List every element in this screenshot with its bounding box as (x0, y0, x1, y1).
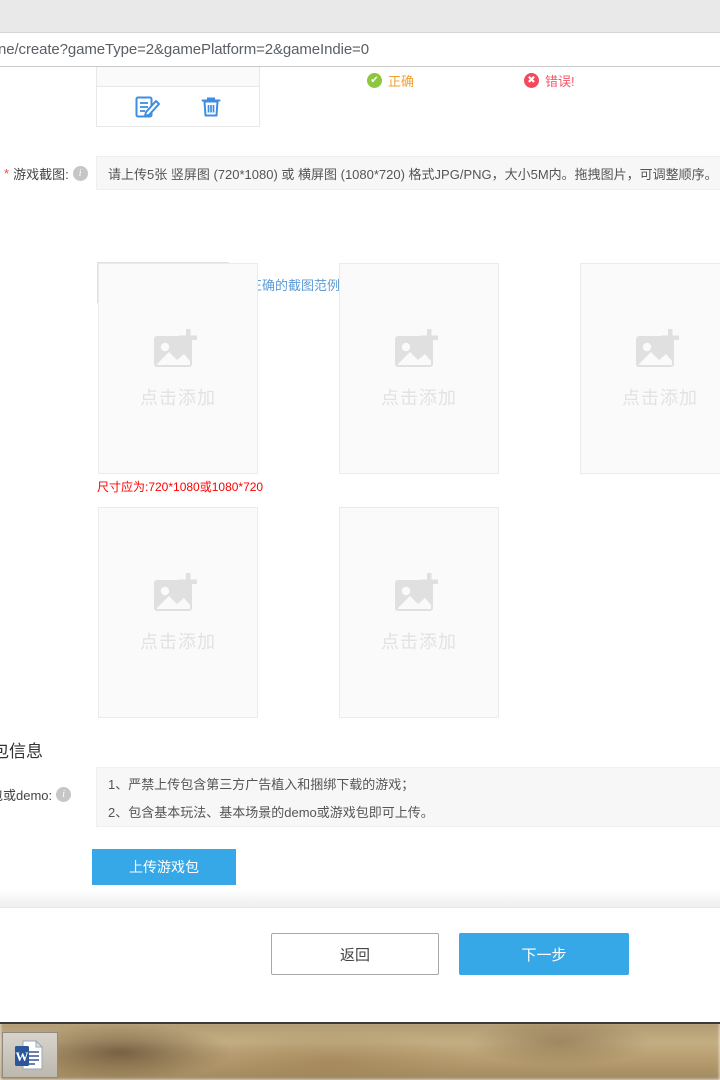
screenshot-upload-box-4[interactable]: 点击添加 (98, 507, 258, 718)
screenshot-box-label: 点击添加 (140, 628, 216, 654)
screenshot-upload-box-5[interactable]: 点击添加 (339, 507, 499, 718)
screenshot-label-text: 游戏截图: (13, 164, 69, 183)
screenshot-tip-text: 请上传5张 竖屏图 (720*1080) 或 横屏图 (1080*720) 格式… (108, 164, 718, 183)
screenshot-box-label: 点击添加 (140, 384, 216, 410)
browser-url-bar[interactable]: ne/create?gameType=2&gamePlatform=2&game… (0, 33, 720, 67)
browser-chrome-top-bar (0, 0, 720, 33)
package-tip-line-2: 2、包含基本玩法、基本场景的demo或游戏包即可上传。 (108, 802, 434, 821)
upload-game-package-button[interactable]: 上传游戏包 (92, 849, 236, 885)
next-step-button[interactable]: 下一步 (459, 933, 629, 975)
package-field-label: 包或demo: i (0, 785, 71, 804)
screenshot-field-label: * 游戏截图: i (4, 164, 88, 183)
back-button[interactable]: 返回 (271, 933, 439, 975)
screenshot-box-label: 点击添加 (381, 384, 457, 410)
taskbar-item-microsoft-word[interactable]: W (2, 1032, 58, 1078)
delete-icon[interactable] (200, 95, 222, 119)
screenshot-upload-box-3[interactable]: 点击添加 (580, 263, 720, 474)
required-asterisk: * (4, 166, 9, 181)
svg-text:W: W (16, 1049, 29, 1064)
package-tip-bar: 1、严禁上传包含第三方广告植入和捆绑下载的游戏； 2、包含基本玩法、基本场景的d… (96, 767, 720, 827)
screenshot-upload-box-2[interactable]: 点击添加 (339, 263, 499, 474)
package-section-heading: 包信息 (0, 737, 43, 762)
os-taskbar: W (0, 1022, 720, 1080)
taskbar-top-border (0, 1022, 720, 1024)
add-image-icon (634, 327, 686, 378)
add-image-icon (152, 571, 204, 622)
correct-screenshot-sample-link[interactable]: 正确的截图范例 (249, 275, 340, 294)
add-image-icon (393, 571, 445, 622)
status-error-label: 错误! (545, 71, 575, 90)
package-tip-line-1: 1、严禁上传包含第三方广告植入和捆绑下载的游戏； (108, 774, 414, 793)
status-correct-label: 正确 (388, 71, 414, 90)
info-icon[interactable]: i (73, 166, 88, 181)
check-circle-icon: ✔ (367, 73, 382, 88)
add-image-icon (393, 327, 445, 378)
add-image-icon (152, 327, 204, 378)
info-icon[interactable]: i (56, 787, 71, 802)
edit-icon[interactable] (135, 95, 161, 119)
status-badge-error: ✖ 错误! (524, 71, 575, 90)
screenshot-tip-bar: 请上传5张 竖屏图 (720*1080) 或 横屏图 (1080*720) 格式… (96, 156, 720, 190)
taskbar-wallpaper-background (0, 1022, 720, 1080)
screenshot-size-error-message: 尺寸应为:720*1080或1080*720 (97, 478, 263, 495)
page-content: ✔ 正确 ✖ 错误! * 游戏截图: i 请上传5张 竖屏图 (720*1080… (0, 67, 720, 1022)
url-text: ne/create?gameType=2&gamePlatform=2&game… (0, 41, 369, 58)
screenshot-upload-box-1[interactable]: 点击添加 (98, 263, 258, 474)
word-icon: W (13, 1038, 47, 1072)
status-badges-row: ✔ 正确 ✖ 错误! (0, 71, 720, 95)
status-badge-correct: ✔ 正确 (367, 71, 414, 90)
screenshot-box-label: 点击添加 (381, 628, 457, 654)
footer-action-bar: 返回 下一步 (0, 933, 720, 977)
screenshot-box-label: 点击添加 (622, 384, 698, 410)
package-label-text: 包或demo: (0, 785, 52, 804)
x-circle-icon: ✖ (524, 73, 539, 88)
footer-divider (0, 890, 720, 908)
